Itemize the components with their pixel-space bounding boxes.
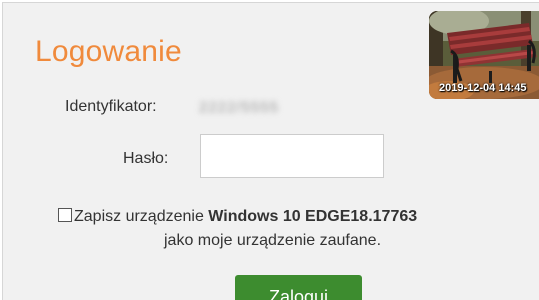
password-label: Hasło: xyxy=(123,150,169,167)
login-panel: Logowanie 2019-12-04 14:45 Identyfikator… xyxy=(2,2,539,300)
password-field[interactable] xyxy=(200,134,384,178)
remember-suffix: jako moje urządzenie zaufane. xyxy=(163,232,382,249)
remember-prefix: Zapisz urządzenie xyxy=(74,208,204,225)
identifier-value: 2222/5555 xyxy=(199,99,279,116)
login-photo: 2019-12-04 14:45 xyxy=(429,11,539,99)
remember-device-option[interactable]: Zapisz urządzenie Windows 10 EDGE18.1776… xyxy=(58,205,417,229)
photo-timestamp: 2019-12-04 14:45 xyxy=(439,82,527,94)
device-name: Windows 10 EDGE18.17763 xyxy=(208,208,418,225)
remember-device-checkbox[interactable] xyxy=(58,208,72,222)
identifier-label: Identyfikator: xyxy=(65,98,157,115)
page-title: Logowanie xyxy=(35,35,182,68)
login-button[interactable]: Zaloguj xyxy=(235,275,362,300)
